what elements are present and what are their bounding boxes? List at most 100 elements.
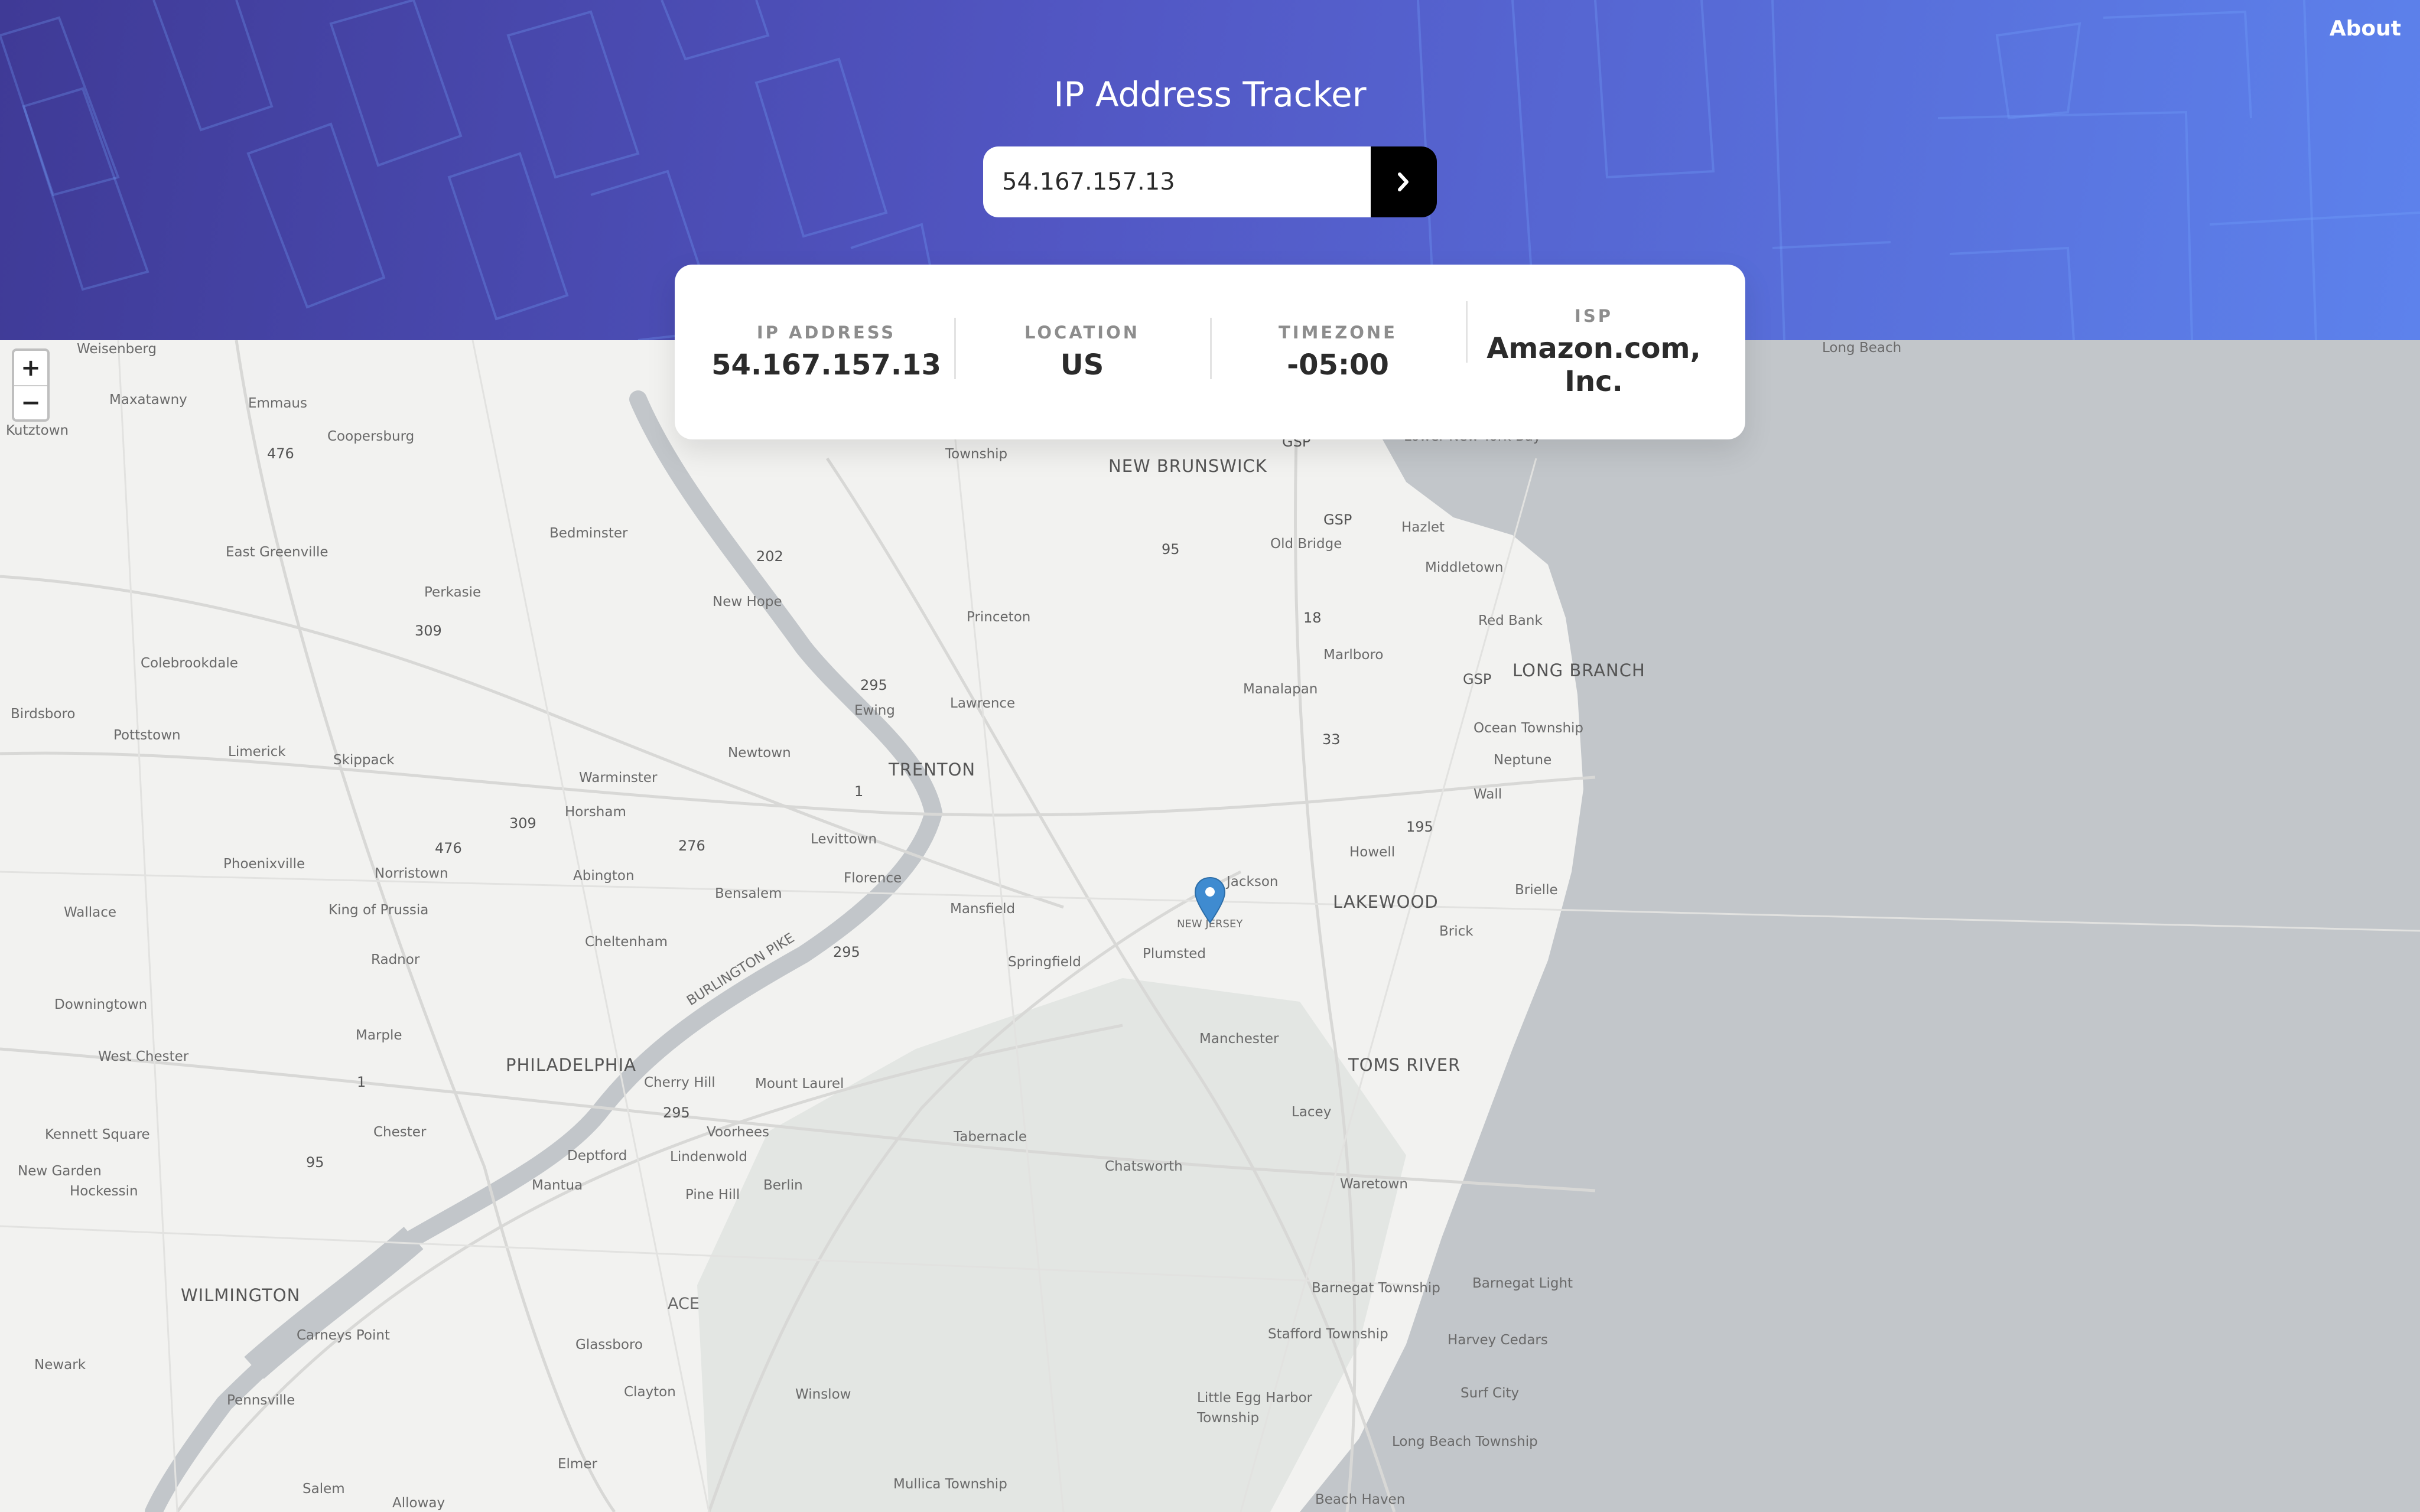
place-label: Winslow — [795, 1387, 851, 1402]
place-label: Lindenwold — [670, 1149, 747, 1165]
place-label: Barnegat Township — [1312, 1280, 1440, 1296]
place-label: Princeton — [967, 610, 1031, 625]
route-label: 33 — [1322, 731, 1341, 748]
place-label: Ewing — [854, 703, 895, 718]
place-label: Long Beach — [1822, 340, 1902, 356]
chevron-right-icon — [1398, 172, 1409, 191]
place-label: Manchester — [1199, 1031, 1279, 1047]
route-label: 476 — [267, 445, 294, 462]
about-link[interactable]: About — [2330, 17, 2401, 41]
stat-isp: ISP Amazon.com, Inc. — [1466, 301, 1722, 398]
zoom-in-button[interactable]: + — [14, 351, 47, 385]
place-label: Jackson — [1227, 874, 1279, 889]
place-label: Horsham — [565, 804, 626, 820]
place-label: Warminster — [579, 770, 658, 786]
location-marker-icon[interactable] — [1193, 876, 1227, 927]
place-label: Perkasie — [424, 585, 482, 600]
place-label: Deptford — [567, 1148, 627, 1164]
place-label: TOMS RIVER — [1348, 1055, 1461, 1075]
place-label: Marple — [356, 1028, 402, 1043]
place-label: LAKEWOOD — [1333, 892, 1439, 912]
place-label: Glassboro — [575, 1337, 643, 1353]
place-label: Long Beach Township — [1392, 1434, 1538, 1449]
stat-value: 54.167.157.13 — [711, 348, 941, 382]
place-label: East Greenville — [226, 545, 328, 560]
place-label: Levittown — [811, 832, 877, 847]
place-label: New Garden — [18, 1164, 102, 1179]
place-label: ACE — [668, 1295, 700, 1313]
ip-search-input[interactable] — [983, 146, 1371, 217]
stat-label: TIMEZONE — [1278, 322, 1397, 343]
place-label: Red Bank — [1478, 613, 1543, 628]
place-label: Florence — [844, 871, 902, 886]
place-label: Mount Laurel — [755, 1076, 844, 1091]
place-label: Clayton — [624, 1384, 676, 1400]
place-label: West Chester — [98, 1049, 189, 1064]
place-label: Wall — [1474, 787, 1502, 802]
place-label: Pine Hill — [685, 1187, 740, 1203]
place-label: Norristown — [375, 866, 448, 881]
route-label: GSP — [1463, 671, 1492, 687]
route-label: 295 — [833, 944, 860, 960]
place-label: Township — [945, 447, 1008, 462]
place-label: Little Egg Harbor — [1197, 1390, 1313, 1406]
stat-ip-address: IP ADDRESS 54.167.157.13 — [698, 322, 954, 382]
place-label: Kennett Square — [45, 1127, 150, 1142]
stat-label: ISP — [1575, 306, 1613, 326]
place-label: Ocean Township — [1474, 721, 1584, 736]
route-label: GSP — [1323, 511, 1352, 528]
page-title: IP Address Tracker — [1053, 74, 1367, 115]
place-label: Emmaus — [248, 396, 307, 411]
place-label: Salem — [302, 1481, 345, 1497]
place-label: Pottstown — [113, 728, 181, 743]
place-label: Brielle — [1515, 882, 1558, 898]
place-label: Alloway — [392, 1495, 445, 1511]
place-label: Barnegat Light — [1472, 1276, 1573, 1291]
place-label: Pennsville — [227, 1393, 295, 1408]
place-label: Phoenixville — [223, 856, 305, 872]
place-label: Mullica Township — [893, 1477, 1007, 1492]
place-label: Mansfield — [950, 901, 1016, 917]
stat-label: IP ADDRESS — [756, 322, 896, 343]
place-label: Middletown — [1425, 560, 1504, 575]
place-label: Coopersburg — [327, 429, 415, 444]
place-label: Hazlet — [1401, 520, 1445, 535]
route-label: 18 — [1303, 610, 1322, 626]
place-label: NEW BRUNSWICK — [1108, 456, 1267, 476]
place-label: Harvey Cedars — [1448, 1332, 1548, 1348]
place-label: Hockessin — [70, 1184, 138, 1199]
stat-location: LOCATION US — [954, 318, 1210, 382]
place-label: Weisenberg — [77, 341, 157, 357]
place-label: Waretown — [1340, 1177, 1408, 1192]
place-label: Lawrence — [950, 696, 1016, 711]
route-label: 276 — [678, 838, 705, 854]
zoom-out-button[interactable]: − — [14, 385, 47, 419]
place-label: Newtown — [728, 745, 791, 761]
route-label: 309 — [509, 815, 536, 832]
stat-value: US — [1060, 348, 1104, 382]
place-label: Lacey — [1292, 1104, 1332, 1120]
place-label: Township — [1197, 1410, 1260, 1426]
place-label: Chatsworth — [1105, 1159, 1183, 1174]
place-label: Plumsted — [1143, 946, 1206, 962]
place-label: Neptune — [1494, 752, 1552, 768]
place-label: Stafford Township — [1268, 1327, 1388, 1342]
route-label: 295 — [860, 677, 887, 693]
route-label: 95 — [306, 1154, 324, 1171]
route-label: 309 — [415, 623, 442, 639]
place-label: Manalapan — [1243, 682, 1318, 697]
stat-timezone: TIMEZONE -05:00 — [1210, 318, 1466, 382]
place-label: Colebrookdale — [141, 656, 238, 671]
place-label: Old Bridge — [1270, 536, 1342, 552]
map-pin-icon — [1194, 876, 1226, 924]
search-submit-button[interactable] — [1371, 146, 1437, 217]
place-label: Bedminster — [549, 526, 628, 541]
place-label: Skippack — [333, 752, 395, 768]
place-label: Wallace — [64, 905, 117, 920]
place-label: Chester — [373, 1125, 427, 1140]
place-label: TRENTON — [889, 760, 976, 780]
place-label: Bensalem — [715, 886, 782, 901]
place-label: Brick — [1439, 924, 1474, 939]
place-label: Mantua — [532, 1178, 583, 1193]
route-label: 1 — [357, 1074, 366, 1090]
